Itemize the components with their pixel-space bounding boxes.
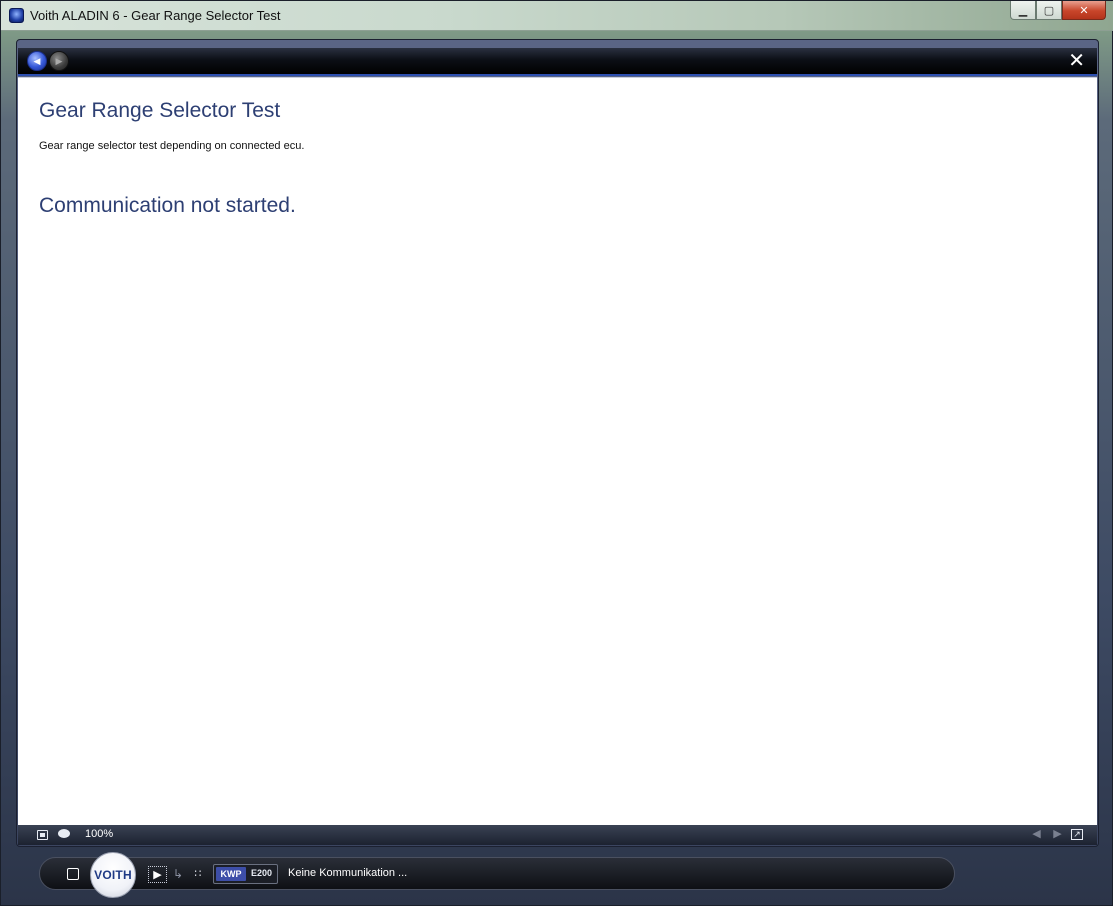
content-area: Gear Range Selector Test Gear range sele… [18,77,1097,825]
maximize-button[interactable]: ▢ [1036,1,1062,20]
comment-icon[interactable] [58,829,70,838]
stop-button[interactable] [67,868,79,880]
play-button[interactable]: ▶ [148,866,167,883]
title-bar[interactable]: Voith ALADIN 6 - Gear Range Selector Tes… [1,1,1113,31]
triangle-left-icon: ◀ [1032,828,1041,840]
caption-buttons: ▁ ▢ ✕ [1010,1,1106,22]
triangle-right-icon: ▶ [1053,828,1062,840]
minimize-button[interactable]: ▁ [1010,1,1036,20]
application-window: Voith ALADIN 6 - Gear Range Selector Tes… [0,0,1113,906]
protocol-badge: KWP [216,867,246,881]
next-page-button[interactable]: ▶ [1051,828,1064,841]
bottom-bar: 100% ◀ ▶ ↗ [18,825,1097,845]
page-description: Gear range selector test depending on co… [39,140,305,152]
connection-status: Keine Kommunikation ... [288,867,408,879]
page-title: Gear Range Selector Test [39,99,281,122]
protocol-indicator[interactable]: KWP E200 [213,864,278,884]
play-icon: ▶ [153,869,162,881]
zoom-level: 100% [85,828,114,840]
communication-status-message: Communication not started. [39,194,296,217]
arrow-left-icon: ◀ [33,55,41,66]
forward-button[interactable]: ▶ [49,51,69,71]
app-icon[interactable] [9,8,24,23]
close-page-button[interactable]: ✕ [1068,50,1085,72]
ecu-label: E200 [251,868,273,878]
grid-icon[interactable]: ∷ [191,867,205,881]
minimize-icon: ▁ [1018,4,1028,17]
app-frame: ◀ ▶ ✕ Gear Range Selector Test Gear rang… [16,39,1099,847]
arrow-right-icon: ▶ [55,55,63,66]
voith-logo[interactable]: VOITH [90,852,136,898]
popout-button[interactable]: ↗ [1071,829,1083,840]
close-icon: ✕ [1068,50,1085,72]
back-button[interactable]: ◀ [27,51,47,71]
popout-icon: ↗ [1073,829,1081,839]
transfer-icon[interactable]: ↳ [171,867,185,881]
fit-to-screen-icon[interactable] [37,830,48,840]
status-strip: VOITH ▶ ↳ ∷ KWP E200 Keine Kommunikation… [39,852,955,898]
window-title: Voith ALADIN 6 - Gear Range Selector Tes… [30,8,281,23]
voith-logo-text: VOITH [94,868,132,882]
close-button[interactable]: ✕ [1062,1,1106,20]
previous-page-button[interactable]: ◀ [1030,828,1043,841]
navigation-toolbar: ◀ ▶ ✕ [18,48,1097,76]
maximize-icon: ▢ [1043,4,1055,17]
close-icon: ✕ [1079,4,1089,17]
